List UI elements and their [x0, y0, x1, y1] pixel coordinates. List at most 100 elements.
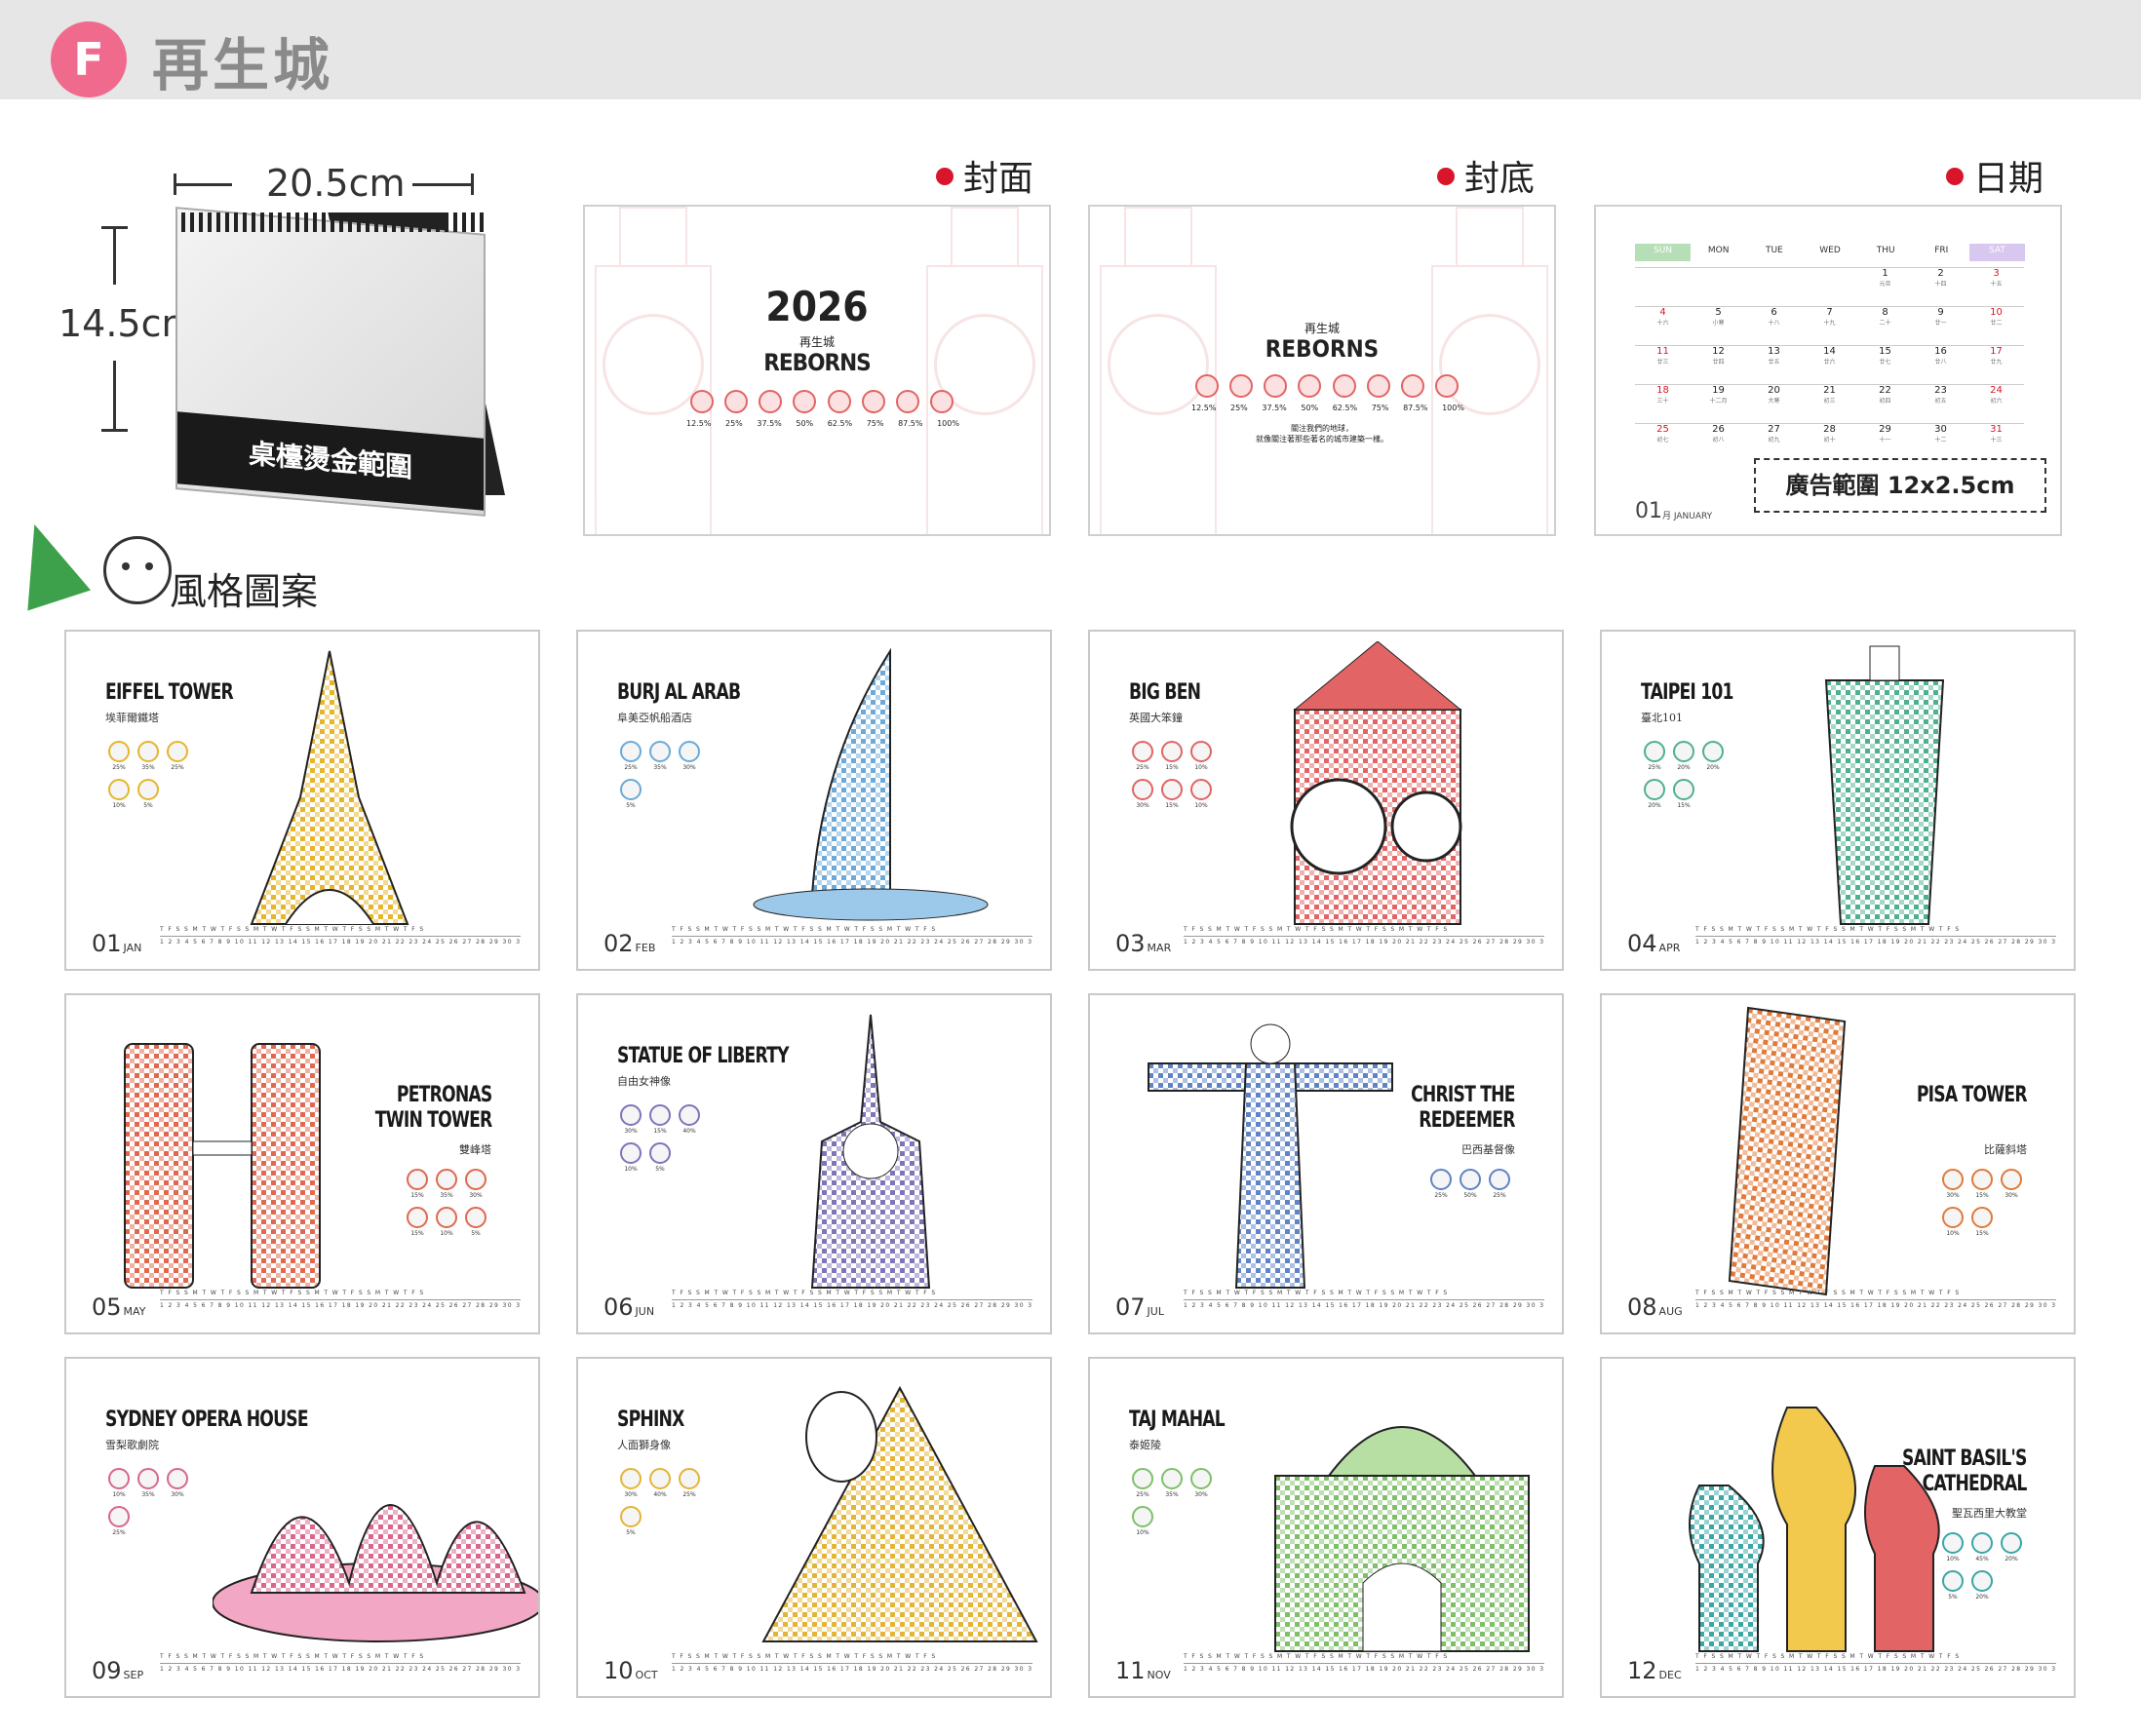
day-numbers: 1 2 3 4 5 6 7 8 9 10 11 12 13 14 15 16 1…	[160, 1666, 521, 1673]
ad-area-box: 廣告範圍 12x2.5cm	[1754, 458, 2046, 513]
spiral-binding	[181, 212, 484, 232]
landmark-name: SYDNEY OPERA HOUSE	[105, 1408, 309, 1432]
stat-circle-icon	[167, 741, 188, 762]
month-footer: 06 JUN	[603, 1293, 654, 1321]
date-cell: 1 元旦	[1857, 267, 1913, 306]
strip-line	[1184, 1299, 1544, 1300]
desk-calendar-illustration: 桌檯燙金範圍	[154, 207, 534, 517]
month-card: TAJ MAHAL 泰姬陵 25% 35% 30% 10% 11 NOV T F S S…	[1088, 1357, 1564, 1698]
landmark-name: TAJ MAHAL	[1129, 1408, 1226, 1432]
stat-item: 20%	[1998, 1532, 2025, 1562]
day-strip: T F S S M T W T F S S M T W T F S S M T …	[672, 1653, 1032, 1675]
date-cell: 14 廿六	[1802, 345, 1857, 384]
month-number: 06	[603, 1293, 634, 1321]
day-strip: T F S S M T W T F S S M T W T F S S M T …	[1184, 926, 1544, 947]
stat-item: 25%	[1427, 1169, 1455, 1199]
stat-grid: 30% 15% 40% 10% 5%	[617, 1104, 705, 1180]
date-cell: 8 二十	[1857, 306, 1913, 345]
day-numbers: 1 2 3 4 5 6 7 8 9 10 11 12 13 14 15 16 1…	[1695, 939, 2056, 945]
stat-item: 30%	[1939, 1169, 1966, 1199]
stat-item: 30%	[676, 741, 703, 771]
landmark-name: TAIPEI 101	[1641, 680, 1734, 705]
stat-circle-icon	[1489, 1169, 1510, 1190]
landmark-illustration	[1236, 1369, 1562, 1665]
stat-circle-icon	[724, 390, 749, 413]
stat-circle-icon	[649, 1468, 671, 1489]
weekday-thu: THU	[1876, 246, 1895, 255]
month-footer: 09 SEP	[92, 1657, 143, 1684]
weekday-fri: FRI	[1934, 246, 1949, 255]
landmark-illustration	[724, 641, 1050, 938]
date-cell: 6 十八	[1746, 306, 1802, 345]
date-cell: 30 十二	[1913, 423, 1968, 462]
cover-percent-row: 12.5% 25% 37.5% 50% 62.5% 75% 87.5% 100%	[686, 419, 959, 428]
date-cell: 2 十四	[1913, 267, 1968, 306]
stat-circle-icon	[620, 1468, 642, 1489]
date-cell: 27 初九	[1746, 423, 1802, 462]
stat-grid: 25% 50% 25%	[1427, 1169, 1515, 1207]
day-numbers: 1 2 3 4 5 6 7 8 9 10 11 12 13 14 15 16 1…	[1184, 1666, 1544, 1673]
landmark-name: SAINT BASIL'S CATHEDRAL	[1902, 1447, 2027, 1496]
day-strip: T F S S M T W T F S S M T W T F S S M T …	[672, 926, 1032, 947]
stat-circle-icon	[2001, 1532, 2022, 1554]
landmark-illustration	[724, 1369, 1050, 1665]
stat-grid: 10% 35% 30% 25%	[105, 1468, 193, 1544]
stat-circle-icon	[1132, 779, 1153, 800]
stat-circle-icon	[1190, 1468, 1212, 1489]
date-cell: 28 初十	[1802, 423, 1857, 462]
stat-item: 15%	[404, 1207, 431, 1237]
month-footer: 05 MAY	[92, 1293, 145, 1321]
stat-circle-icon	[436, 1169, 457, 1190]
stat-circle-icon	[1332, 374, 1356, 398]
landmark-zh-name: 阜美亞帆船酒店	[617, 712, 692, 724]
stat-circle-icon	[861, 390, 885, 413]
date-cell: 31 十三	[1968, 423, 2024, 462]
weekday-letters: T F S S M T W T F S S M T W T F S S M T …	[672, 926, 937, 933]
stat-item: 30%	[617, 1468, 644, 1498]
day-strip: T F S S M T W T F S S M T W T F S S M T …	[160, 1653, 521, 1675]
ghost-tower-left	[1090, 207, 1236, 534]
stat-circle-icon	[929, 390, 954, 413]
strip-line	[1695, 1299, 2056, 1300]
month-card: EIFFEL TOWER 埃菲爾鐵塔 25% 35% 25% 10% 5% 01 JAN …	[64, 630, 540, 971]
stat-circle-icon	[1190, 741, 1212, 762]
date-month-name: 月 JANUARY	[1662, 512, 1713, 521]
stat-item: 35%	[135, 741, 162, 771]
stat-circle-icon	[690, 390, 714, 413]
strip-line	[672, 936, 1032, 937]
stat-circle-icon	[1161, 1468, 1183, 1489]
stat-circle-icon	[1430, 1169, 1452, 1190]
month-card: PETRONAS TWIN TOWER 雙峰塔 15% 35% 30% 15% 10% 5…	[64, 993, 540, 1334]
landmark-illustration	[213, 641, 538, 938]
stat-circle-icon	[827, 390, 851, 413]
cover-en-title: REBORNS	[763, 349, 871, 376]
stat-circle-icon	[649, 741, 671, 762]
cover-panel: 2026 再生城 REBORNS 12.5% 25% 37.5% 50% 62.5% 7…	[583, 205, 1051, 536]
date-cell: 24 初六	[1968, 384, 2024, 423]
landmark-zh-name: 人面獅身像	[617, 1439, 671, 1451]
month-card: BURJ AL ARAB 阜美亞帆船酒店 25% 35% 30% 5% 02 FEB T…	[576, 630, 1052, 971]
day-strip: T F S S M T W T F S S M T W T F S S M T …	[672, 1290, 1032, 1311]
stat-item: 30%	[462, 1169, 489, 1199]
stat-grid: 25% 15% 10% 30% 15% 10%	[1129, 741, 1217, 817]
date-cell: 9 廿一	[1913, 306, 1968, 345]
landmark-zh-name: 臺北101	[1641, 712, 1683, 724]
stat-item: 40%	[676, 1104, 703, 1135]
stat-circle-icon	[137, 779, 159, 800]
month-footer: 01 JAN	[92, 930, 141, 957]
month-card: STATUE OF LIBERTY 自由女神像 30% 15% 40% 10% 5% 0…	[576, 993, 1052, 1334]
stat-circle-icon	[620, 1142, 642, 1164]
stat-item: 15%	[1158, 779, 1186, 809]
day-numbers: 1 2 3 4 5 6 7 8 9 10 11 12 13 14 15 16 1…	[1695, 1302, 2056, 1309]
weekday-letters: T F S S M T W T F S S M T W T F S S M T …	[1695, 1290, 1961, 1296]
series-badge: F	[51, 21, 127, 97]
stat-circle-icon	[1366, 374, 1390, 398]
weekday-header: SUN MON TUE WED THU FRI SAT	[1635, 244, 2025, 261]
strip-line	[1184, 1663, 1544, 1664]
stat-item: 5%	[1939, 1570, 1966, 1601]
date-cell: 18 三十	[1635, 384, 1691, 423]
stat-circle-icon	[1971, 1532, 1993, 1554]
stat-item: 30%	[1129, 779, 1156, 809]
weekday-sun: SUN	[1635, 244, 1692, 261]
stat-circle-icon	[167, 1468, 188, 1489]
